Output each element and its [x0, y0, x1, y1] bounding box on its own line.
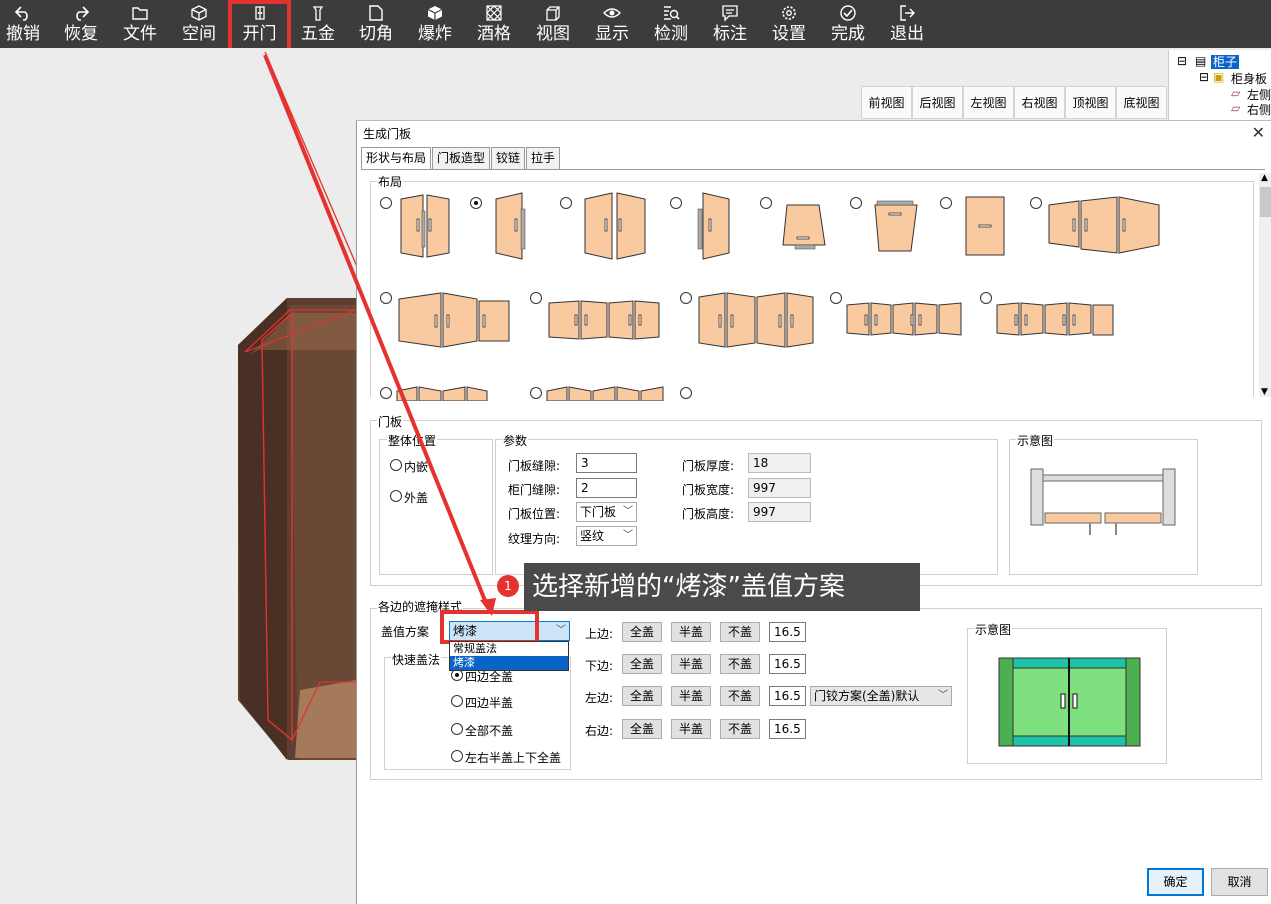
tree-cabinet-icon: ▤ — [1195, 54, 1207, 68]
bottom-half-button[interactable]: 半盖 — [671, 654, 711, 674]
quick-cover-label: 快速盖法 — [391, 651, 442, 668]
top-none-button[interactable]: 不盖 — [720, 622, 760, 642]
hinge-scheme-value: 门铰方案(全盖)默认 — [814, 689, 920, 703]
right-half-button[interactable]: 半盖 — [671, 719, 711, 739]
ok-button[interactable]: 确定 — [1147, 868, 1204, 896]
scroll-down-icon[interactable]: ▼ — [1261, 387, 1268, 397]
diagram-label: 示意图 — [1016, 432, 1055, 449]
top-edge-label: 上边: — [585, 627, 614, 641]
quick-radio-half[interactable] — [451, 695, 463, 707]
right-view-button[interactable]: 右视图 — [1014, 86, 1065, 119]
cabinet-gap-label: 柜门缝隙: — [508, 483, 561, 497]
width-label: 门板宽度: — [682, 483, 735, 497]
params-group — [495, 439, 998, 575]
left-full-button[interactable]: 全盖 — [622, 686, 662, 706]
view-switcher: 前视图 后视图 左视图 右视图 顶视图 底视图 — [861, 86, 1167, 119]
height-label: 门板高度: — [682, 507, 735, 521]
generate-door-dialog: 生成门板 ✕ 形状与布局 门板造型 铰链 拉手 布局 ▲ ▼ 门板 整体位置 内… — [356, 120, 1271, 904]
front-view-button[interactable]: 前视图 — [861, 86, 912, 119]
quick-radio-none[interactable] — [451, 723, 463, 735]
right-edge-input[interactable]: 16.5 — [769, 719, 806, 739]
gap-label: 门板缝隙: — [508, 459, 561, 473]
thickness-label: 门板厚度: — [682, 459, 735, 473]
chevron-down-icon: ﹀ — [556, 625, 566, 636]
grain-label: 纹理方向: — [508, 532, 561, 546]
cancel-button[interactable]: 取消 — [1211, 868, 1268, 896]
outer-radio[interactable] — [390, 490, 402, 502]
layout-thumbnails — [396, 192, 1160, 401]
left-edge-input[interactable]: 16.5 — [769, 686, 806, 706]
grain-value: 竖纹 — [580, 529, 605, 543]
door-pos-value: 下门板 — [580, 505, 617, 519]
scheme-label: 盖值方案 — [381, 625, 430, 639]
door-panel-label: 门板 — [377, 413, 404, 430]
scheme-option-paint[interactable]: 烤漆 — [450, 656, 568, 670]
top-view-button[interactable]: 顶视图 — [1065, 86, 1116, 119]
step-badge: 1 — [497, 575, 519, 597]
door-pos-label: 门板位置: — [508, 507, 561, 521]
hinge-scheme-select[interactable]: 门铰方案(全盖)默认 ﹀ — [810, 686, 952, 706]
door-pos-select[interactable]: 下门板 ﹀ — [576, 502, 637, 522]
tree-item-body[interactable]: 柜身板 — [1231, 70, 1267, 87]
scheme-option-normal[interactable]: 常规盖法 — [450, 642, 568, 656]
thickness-input: 18 — [748, 453, 811, 473]
quick-mixed-label: 左右半盖上下全盖 — [465, 751, 562, 765]
outer-label: 外盖 — [404, 491, 429, 505]
position-label: 整体位置 — [387, 432, 438, 449]
right-none-button[interactable]: 不盖 — [720, 719, 760, 739]
quick-radio-mixed[interactable] — [451, 750, 463, 762]
grain-select[interactable]: 竖纹 ﹀ — [576, 526, 637, 546]
tree-item-right[interactable]: 右侧 — [1247, 101, 1271, 118]
tree-root-label: 柜子 — [1211, 55, 1240, 69]
tree-folder-icon: ▣ — [1213, 70, 1225, 84]
inner-radio[interactable] — [390, 459, 402, 471]
width-input: 997 — [748, 478, 811, 498]
bottom-full-button[interactable]: 全盖 — [622, 654, 662, 674]
quick-half-label: 四边半盖 — [465, 696, 514, 710]
cover-diagram-label: 示意图 — [974, 621, 1013, 638]
cover-diagram — [998, 657, 1141, 747]
position-diagram — [1030, 468, 1176, 535]
bottom-edge-input[interactable]: 16.5 — [769, 654, 806, 674]
tree-child-expander[interactable]: ⊟ — [1199, 70, 1209, 84]
left-none-button[interactable]: 不盖 — [720, 686, 760, 706]
params-label: 参数 — [502, 432, 529, 449]
bottom-edge-label: 下边: — [585, 659, 614, 673]
gap-input[interactable]: 3 — [576, 453, 637, 473]
bottom-none-button[interactable]: 不盖 — [720, 654, 760, 674]
chevron-down-icon: ﹀ — [938, 690, 948, 701]
back-view-button[interactable]: 后视图 — [912, 86, 963, 119]
tree-panel-icon: ▱ — [1231, 86, 1241, 100]
right-edge-label: 右边: — [585, 724, 614, 738]
instruction-callout: 选择新增的“烤漆”盖值方案 — [524, 563, 920, 611]
left-half-button[interactable]: 半盖 — [671, 686, 711, 706]
cabinet-tree: ⊟ ▤ 柜子 ⊟ ▣ 柜身板 ▱ 左侧 ▱ 右侧 — [1168, 50, 1271, 120]
layout-scrollbar[interactable]: ▲ ▼ — [1259, 173, 1271, 397]
top-half-button[interactable]: 半盖 — [671, 622, 711, 642]
height-input: 997 — [748, 502, 811, 522]
left-edge-label: 左边: — [585, 691, 614, 705]
top-full-button[interactable]: 全盖 — [622, 622, 662, 642]
right-full-button[interactable]: 全盖 — [622, 719, 662, 739]
chevron-down-icon: ﹀ — [623, 530, 633, 541]
scroll-up-icon[interactable]: ▲ — [1261, 173, 1268, 183]
top-edge-input[interactable]: 16.5 — [769, 622, 806, 642]
quick-none-label: 全部不盖 — [465, 724, 514, 738]
chevron-down-icon: ﹀ — [623, 506, 633, 517]
bottom-view-button[interactable]: 底视图 — [1116, 86, 1167, 119]
inner-label: 内嵌 — [404, 460, 429, 474]
cabinet-gap-input[interactable]: 2 — [576, 478, 637, 498]
tree-panel-icon: ▱ — [1231, 101, 1241, 115]
scroll-thumb[interactable] — [1260, 187, 1271, 217]
tree-item-cabinet[interactable]: 柜子 — [1211, 53, 1240, 70]
scheme-dropdown-list: 常规盖法 烤漆 — [449, 641, 569, 671]
left-view-button[interactable]: 左视图 — [963, 86, 1014, 119]
highlight-box — [440, 610, 539, 644]
tree-root-expander[interactable]: ⊟ — [1177, 54, 1187, 68]
